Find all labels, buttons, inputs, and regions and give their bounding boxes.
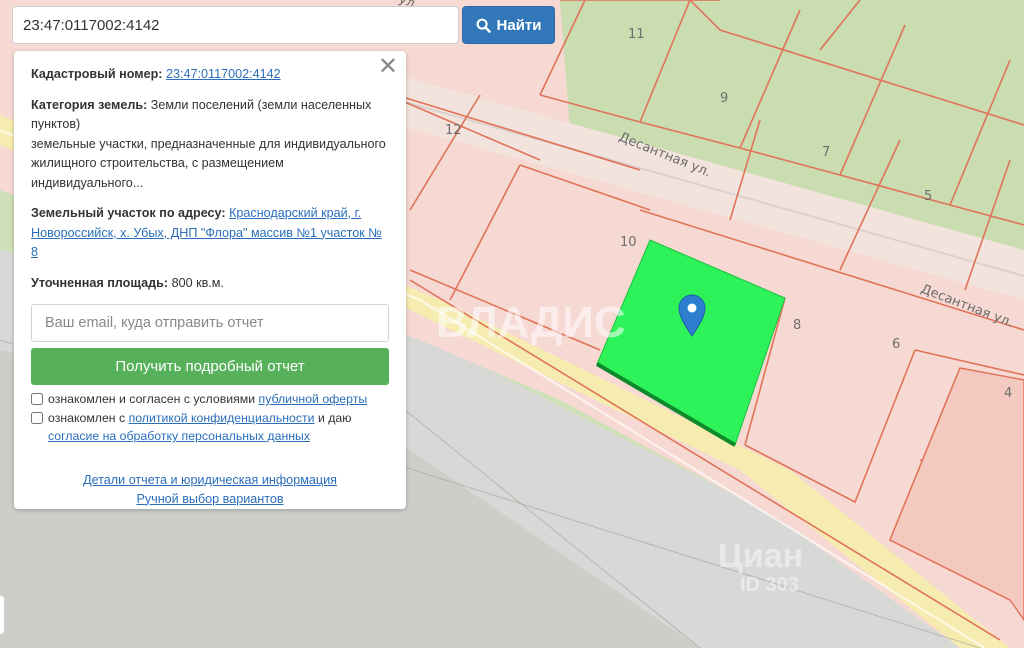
search-button[interactable]: Найти	[462, 6, 555, 44]
plot-number: 6	[892, 337, 900, 352]
watermark-id-text: ID 303	[740, 574, 799, 596]
plot-number: 4	[1004, 386, 1012, 401]
manual-selection-link[interactable]: Ручной выбор вариантов	[136, 492, 283, 506]
public-offer-link[interactable]: публичной оферты	[259, 392, 368, 406]
plot-number: 7	[822, 145, 830, 160]
area-label: Уточненная площадь:	[31, 275, 169, 290]
category-description: земельные участки, предназначенные для и…	[31, 136, 386, 190]
consent-offer-text: ознакомлен и согласен с условиями	[48, 392, 256, 406]
bottom-links: Детали отчета и юридическая информация Р…	[31, 471, 389, 509]
consent-privacy-text-2: и даю	[317, 410, 352, 425]
plot-number: 5	[924, 189, 932, 204]
cadastral-row: Кадастровый номер: 23:47:0117002:4142	[31, 65, 389, 85]
left-edge-tab[interactable]	[0, 596, 4, 634]
watermark-cian-text: Циан	[718, 537, 803, 575]
category-row: Категория земель: Земли поселений (земли…	[31, 96, 389, 194]
consent-offer: ознакомлен и согласен с условиями публич…	[31, 390, 389, 409]
address-row: Земельный участок по адресу: Краснодарск…	[31, 204, 389, 263]
cadastral-number-link[interactable]: 23:47:0117002:4142	[166, 67, 281, 81]
consent-privacy-checkbox[interactable]	[31, 411, 43, 424]
parcel-info-panel: ✕ Кадастровый номер: 23:47:0117002:4142 …	[14, 51, 406, 509]
category-label: Категория земель:	[31, 97, 148, 112]
plot-number: 8	[793, 318, 801, 333]
search-input[interactable]	[12, 6, 459, 44]
watermark-vladis-text: ВЛАДИС	[436, 298, 626, 347]
email-input[interactable]	[31, 304, 389, 342]
plot-number: 12	[445, 123, 462, 138]
consent-privacy: ознакомлен с политикой конфиденциальност…	[31, 409, 389, 446]
get-report-button[interactable]: Получить подробный отчет	[31, 348, 389, 385]
search-icon	[476, 18, 491, 33]
personal-data-consent-link[interactable]: согласие на обработку персональных данны…	[48, 429, 310, 443]
area-value: 800 кв.м.	[171, 275, 224, 290]
plot-number: 11	[628, 27, 645, 42]
address-label: Земельный участок по адресу:	[31, 206, 226, 220]
plot-number: 9	[720, 91, 728, 106]
report-details-link[interactable]: Детали отчета и юридическая информация	[83, 473, 337, 487]
cadastral-label: Кадастровый номер:	[31, 67, 163, 81]
consent-privacy-text: ознакомлен с	[48, 410, 126, 425]
privacy-policy-link[interactable]: политикой конфиденциальности	[129, 411, 315, 425]
area-row: Уточненная площадь: 800 кв.м.	[31, 274, 389, 294]
plot-number: 10	[620, 235, 637, 250]
close-icon[interactable]: ✕	[378, 55, 398, 79]
search-button-label: Найти	[496, 16, 542, 34]
consent-offer-checkbox[interactable]	[31, 393, 43, 405]
